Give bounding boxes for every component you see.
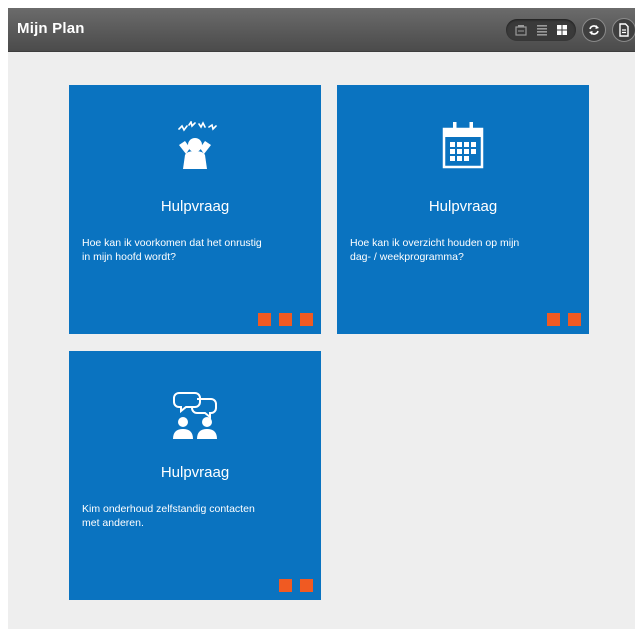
page-title: Mijn Plan	[17, 20, 85, 37]
people-conversation-icon	[69, 389, 321, 449]
priority-indicator	[279, 313, 292, 326]
priority-indicator	[300, 579, 313, 592]
priority-indicator	[258, 313, 271, 326]
card-title: Hulpvraag	[428, 198, 498, 215]
view-switcher	[506, 19, 576, 41]
plan-grid: Hulpvraag Hoe kan ik voorkomen dat het o…	[8, 52, 635, 629]
priority-indicator	[279, 579, 292, 592]
card-description: Hoe kan ik voorkomen dat het onrustig in…	[82, 237, 262, 263]
priority-indicator	[568, 313, 581, 326]
list-view-icon[interactable]	[536, 24, 548, 36]
priority-indicator	[300, 313, 313, 326]
help-question-card-2[interactable]: Hulpvraag Hoe kan ik overzicht houden op…	[337, 85, 589, 334]
document-button[interactable]	[612, 18, 635, 42]
calendar-icon	[337, 119, 589, 179]
grid-view-icon[interactable]	[556, 24, 568, 36]
card-description: Hoe kan ik overzicht houden op mijn dag-…	[350, 237, 520, 263]
card-description: Kim onderhoud zelfstandig contacten met …	[82, 503, 255, 529]
card-title: Hulpvraag	[160, 464, 230, 481]
priority-indicator	[547, 313, 560, 326]
help-question-card-3[interactable]: Hulpvraag Kim onderhoud zelfstandig cont…	[69, 351, 321, 600]
stressed-person-icon	[69, 121, 321, 181]
top-bar: Mijn Plan	[8, 8, 635, 52]
tile-view-icon[interactable]	[515, 24, 527, 36]
refresh-button[interactable]	[582, 18, 606, 42]
help-question-card-1[interactable]: Hulpvraag Hoe kan ik voorkomen dat het o…	[69, 85, 321, 334]
card-title: Hulpvraag	[160, 198, 230, 215]
